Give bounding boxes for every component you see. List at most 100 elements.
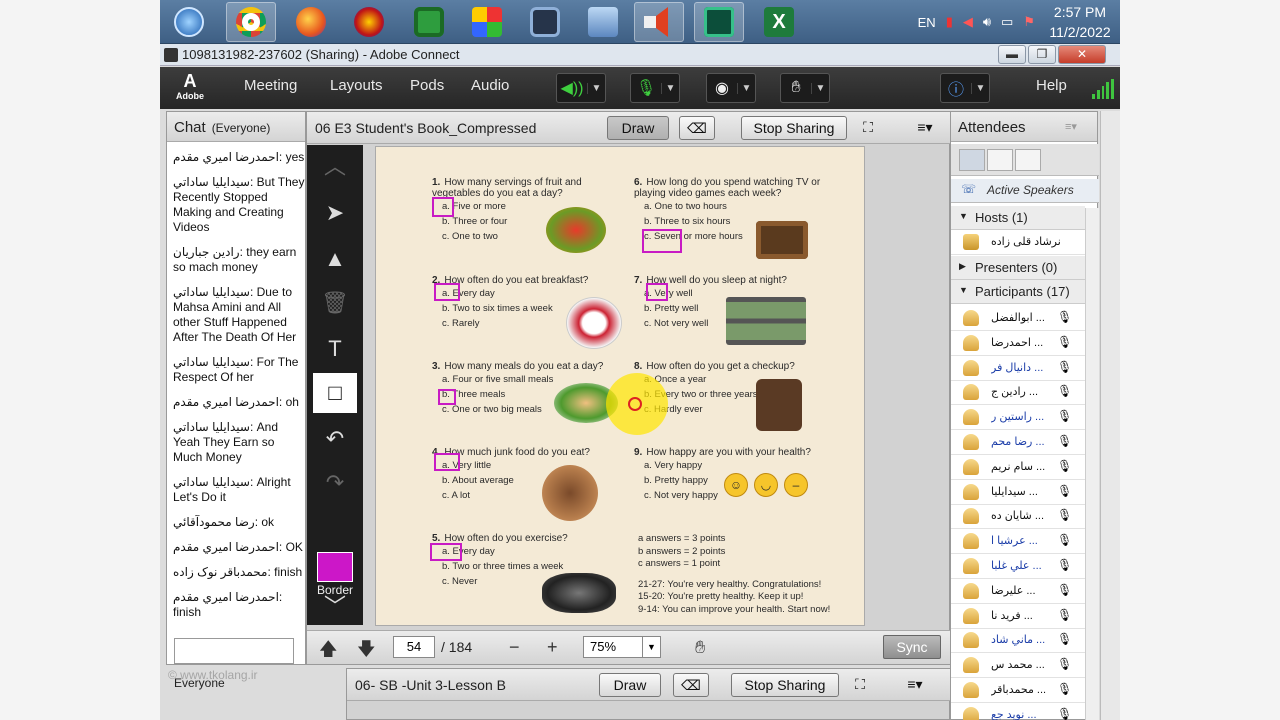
excel-taskbar-button[interactable]: X bbox=[754, 2, 804, 42]
action-center-icon[interactable]: ⚑ bbox=[1023, 14, 1035, 30]
participant-row[interactable]: فريد نا ... 🎙︎ bbox=[951, 604, 1085, 629]
chat-header[interactable]: Chat (Everyone) bbox=[167, 112, 305, 142]
app-taskbar-button-3[interactable] bbox=[462, 2, 512, 42]
app-taskbar-button-2[interactable] bbox=[404, 2, 454, 42]
pod-menu-icon[interactable]: ≡▾ bbox=[1065, 120, 1077, 133]
attendees-header[interactable]: Attendees ≡▾ bbox=[951, 112, 1097, 142]
zoom-in-icon[interactable]: + bbox=[547, 637, 558, 658]
chevron-down-icon[interactable]: ▼ bbox=[587, 82, 605, 94]
adobe-connect-taskbar-button[interactable] bbox=[694, 2, 744, 42]
chrome-taskbar-button[interactable] bbox=[226, 2, 276, 42]
shape-tool-icon[interactable]: □ bbox=[313, 373, 357, 413]
app-taskbar-button-4[interactable] bbox=[520, 2, 570, 42]
window-titlebar[interactable]: 1098131982-237602 (Sharing) - Adobe Conn… bbox=[160, 44, 1120, 66]
redo-icon[interactable]: ↷ bbox=[313, 463, 357, 503]
participant-row[interactable]: راستين ر ... 🎙︎ bbox=[951, 405, 1085, 431]
menu-meeting[interactable]: Meeting bbox=[244, 77, 297, 94]
fullscreen-icon[interactable]: ⛶ bbox=[849, 673, 871, 697]
hosts-section[interactable]: ▼ Hosts (1) bbox=[951, 206, 1085, 230]
menu-pods[interactable]: Pods bbox=[410, 77, 444, 94]
page-number-input[interactable]: 54 bbox=[393, 636, 435, 658]
app-taskbar-button-5[interactable] bbox=[578, 2, 628, 42]
list-view-icon[interactable] bbox=[959, 149, 985, 171]
participant-row[interactable]: عرشيا ا ... 🎙︎ bbox=[951, 529, 1085, 555]
draw-button[interactable]: Draw bbox=[599, 673, 661, 697]
chat-recipient-selector[interactable]: Everyone bbox=[174, 676, 225, 690]
chat-input[interactable] bbox=[174, 638, 294, 664]
restore-button[interactable]: ❐ bbox=[1028, 45, 1056, 64]
app-taskbar-button-6[interactable] bbox=[634, 2, 684, 42]
firefox-taskbar-button[interactable] bbox=[286, 2, 336, 42]
previous-page-icon[interactable]: 🡅 bbox=[319, 637, 338, 667]
participant-row[interactable]: سيدايليا ... 🎙︎ bbox=[951, 480, 1085, 505]
participant-row[interactable]: محمد س ... 🎙︎ bbox=[951, 653, 1085, 679]
language-indicator[interactable]: EN bbox=[918, 15, 936, 30]
active-speakers[interactable]: ☏ Active Speakers bbox=[951, 179, 1099, 203]
eraser-toggle-button[interactable]: ⌫ bbox=[673, 673, 709, 697]
menu-layouts[interactable]: Layouts bbox=[330, 77, 383, 94]
zoom-select[interactable]: 75% ▼ bbox=[583, 636, 661, 658]
toolbar-down-icon[interactable]: ﹀ bbox=[313, 587, 357, 627]
layout-scrollbar[interactable] bbox=[1100, 111, 1120, 720]
grid-view-icon[interactable] bbox=[987, 149, 1013, 171]
webcam-control[interactable]: ◉ ▼ bbox=[706, 73, 756, 103]
volume-icon[interactable]: 🔊︎ bbox=[983, 14, 991, 30]
color-swatch[interactable] bbox=[317, 552, 353, 582]
participants-section[interactable]: ▼ Participants (17) bbox=[951, 280, 1085, 304]
participant-row[interactable]: ماني شاد ... 🎙︎ bbox=[951, 628, 1085, 654]
participant-row[interactable]: عليرضا ... 🎙︎ bbox=[951, 579, 1085, 604]
pod-menu-icon[interactable]: ≡▾ bbox=[901, 673, 929, 697]
tray-app-icon[interactable]: ▮ bbox=[946, 14, 953, 30]
delete-tool-icon[interactable]: 🗑︎ bbox=[313, 283, 357, 323]
participant-row[interactable]: محمدباقر ... 🎙︎ bbox=[951, 678, 1085, 703]
zoom-out-icon[interactable]: − bbox=[509, 637, 520, 658]
chevron-down-icon[interactable]: ▼ bbox=[811, 82, 829, 94]
document-view[interactable]: 1. How many servings of fruit and vegetab… bbox=[375, 146, 865, 626]
chevron-down-icon[interactable]: ▼ bbox=[661, 82, 679, 94]
start-button[interactable] bbox=[164, 2, 214, 42]
participant-row[interactable]: احمدرضا ... 🎙︎ bbox=[951, 331, 1085, 356]
minimize-button[interactable]: ▬ bbox=[998, 45, 1026, 64]
fullscreen-icon[interactable]: ⛶ bbox=[857, 116, 879, 140]
pointer-tool-icon[interactable]: ➤ bbox=[313, 193, 357, 233]
close-button[interactable]: ✕ bbox=[1058, 45, 1106, 64]
draw-button[interactable]: Draw bbox=[607, 116, 669, 140]
undo-icon[interactable]: ↶ bbox=[313, 419, 357, 459]
toolbar-up-icon[interactable]: ︿ bbox=[313, 147, 357, 187]
chevron-down-icon[interactable]: ▼ bbox=[737, 82, 755, 94]
participant-row[interactable]: رضا محم ... 🎙︎ bbox=[951, 430, 1085, 455]
stop-sharing-button[interactable]: Stop Sharing bbox=[731, 673, 839, 697]
status-view-icon[interactable] bbox=[1015, 149, 1041, 171]
participant-row[interactable]: علي غلبا ... 🎙︎ bbox=[951, 554, 1085, 579]
next-page-icon[interactable]: 🡇 bbox=[357, 637, 376, 667]
participant-row[interactable]: ابوالفضل ... 🎙︎ bbox=[951, 306, 1085, 331]
raise-hand-control[interactable]: ✋︎ ▼ bbox=[780, 73, 830, 103]
info-control[interactable]: ⓘ ▼ bbox=[940, 73, 990, 103]
menu-help[interactable]: Help bbox=[1036, 77, 1067, 94]
pod-menu-icon[interactable]: ≡▾ bbox=[911, 116, 939, 140]
speaker-control[interactable]: ◀)) ▼ bbox=[556, 73, 606, 103]
stop-sharing-button[interactable]: Stop Sharing bbox=[741, 116, 847, 140]
tray-volume-alert-icon[interactable]: ◀ bbox=[963, 14, 973, 30]
participant-row[interactable]: نويد جع ... 🎙︎ bbox=[951, 703, 1085, 720]
menu-audio[interactable]: Audio bbox=[471, 77, 509, 94]
presenters-section[interactable]: ▶ Presenters (0) bbox=[951, 256, 1085, 280]
participant-row[interactable]: رادين ج ... 🎙︎ bbox=[951, 380, 1085, 406]
highlighter-tool-icon[interactable]: ▲ bbox=[313, 239, 357, 279]
participant-row[interactable]: دانيال فر ... 🎙︎ bbox=[951, 356, 1085, 381]
clock[interactable]: 2:57 PM 11/2/2022 bbox=[1040, 2, 1120, 42]
microphone-control[interactable]: 🎙︎ ▼ bbox=[630, 73, 680, 103]
text-tool-icon[interactable]: T bbox=[313, 329, 357, 369]
host-row[interactable]: نرشاد قلی زاده bbox=[951, 230, 1085, 255]
eraser-toggle-button[interactable]: ⌫ bbox=[679, 116, 715, 140]
attendees-scrollbar[interactable] bbox=[1085, 208, 1099, 720]
chat-message-list[interactable]: احمدرضا اميري مقدم: yes سيدايليا ساداتي:… bbox=[167, 142, 305, 620]
participant-row[interactable]: سام نريم ... 🎙︎ bbox=[951, 455, 1085, 480]
chevron-down-icon[interactable]: ▼ bbox=[971, 82, 989, 94]
app-taskbar-button-1[interactable] bbox=[344, 2, 394, 42]
chevron-down-icon[interactable]: ▼ bbox=[642, 637, 660, 657]
hand-tool-icon[interactable]: ✋︎ bbox=[695, 637, 705, 658]
participant-row[interactable]: شايان ده ... 🎙︎ bbox=[951, 504, 1085, 530]
network-icon[interactable]: ▭ bbox=[1001, 14, 1013, 30]
sync-button[interactable]: Sync bbox=[883, 635, 941, 659]
